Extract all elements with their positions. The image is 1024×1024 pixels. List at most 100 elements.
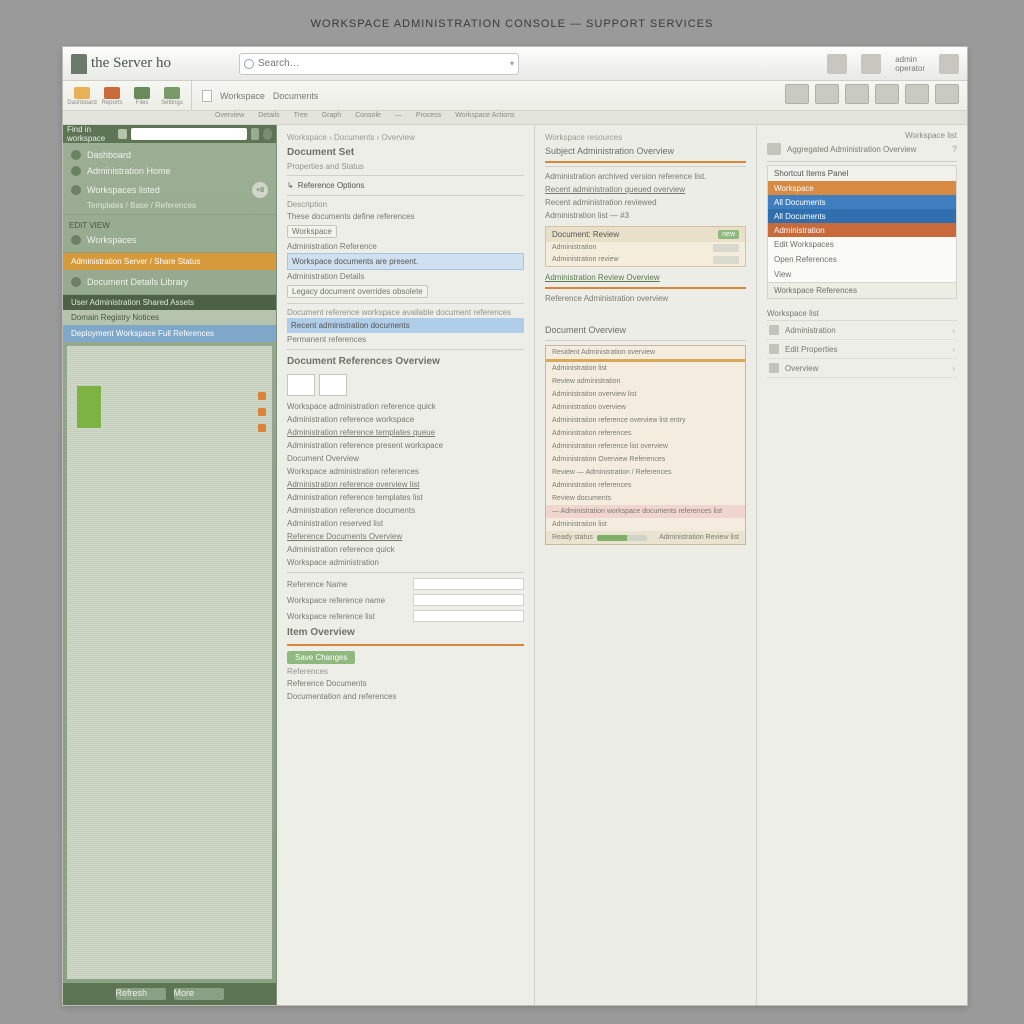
toolbar-icon-group: Dashboard Reports Files Settings [63, 81, 192, 110]
view-thumb-4[interactable] [875, 84, 899, 104]
status-box-header: Document: Review new [546, 227, 745, 242]
field-input[interactable] [413, 594, 524, 606]
note-1: Documentation and references [287, 690, 524, 703]
arrow-icon: ↳ [287, 181, 294, 190]
thumb-a[interactable] [287, 374, 315, 396]
list-item: Document Overview [287, 452, 524, 465]
panel2-row: Administration reference list overview [546, 440, 745, 453]
list-item: Workspace administration reference quick [287, 400, 524, 413]
sidebar-tree-2[interactable]: Domain Registry Notices [63, 310, 276, 325]
status-tag: new [718, 230, 739, 239]
gear-icon[interactable] [939, 54, 959, 74]
view-thumb-6[interactable] [935, 84, 959, 104]
global-search[interactable]: ▾ [239, 53, 519, 75]
sidebar-refresh-button[interactable]: Refresh [116, 988, 166, 1000]
sidebar-tree-0[interactable]: Document Details Library [69, 274, 270, 290]
status-row-0[interactable]: Administration [546, 242, 745, 254]
card-row-0[interactable]: Edit Workspaces [768, 237, 956, 252]
view-thumb-1[interactable] [785, 84, 809, 104]
list-item[interactable]: Reference Documents Overview [287, 530, 524, 543]
subtab-6[interactable]: Process [412, 111, 445, 124]
info-line: These documents define references [287, 210, 524, 223]
subtab-2[interactable]: Tree [290, 111, 312, 124]
tb-settings[interactable]: Settings [159, 83, 185, 109]
notifications-icon[interactable] [861, 54, 881, 74]
cart-icon[interactable] [827, 54, 847, 74]
panel2-alert-row[interactable]: — Administration workspace documents ref… [546, 505, 745, 518]
view-thumb-5[interactable] [905, 84, 929, 104]
app-logo[interactable]: the Server ho [71, 54, 171, 74]
accent-divider [287, 644, 524, 646]
chip-row-1[interactable]: Workspace documents are present. [287, 253, 524, 270]
stripe-0[interactable]: Workspace [768, 181, 956, 195]
sidebar-item-workspaces[interactable]: Workspaces listed ×8 [69, 179, 270, 201]
tb-files[interactable]: Files [129, 83, 155, 109]
user-menu[interactable]: admin operator [895, 55, 925, 73]
field-input[interactable] [413, 578, 524, 590]
list-item: Administration reserved list [287, 517, 524, 530]
field-label: Reference Name [287, 580, 407, 589]
crumb-1[interactable]: Documents [273, 91, 319, 101]
tb-dashboard[interactable]: Dashboard [69, 83, 95, 109]
sidebar-minimap[interactable] [67, 346, 272, 979]
sidebar-sub-0[interactable]: Templates / Base / References [69, 201, 270, 210]
crumb-0[interactable]: Workspace [220, 91, 265, 101]
stripe-3[interactable]: Administration [768, 223, 956, 237]
save-link[interactable]: Save Changes [287, 649, 524, 666]
sidebar-tree-3-selected[interactable]: Deployment Workspace Full References [63, 325, 276, 342]
subtab-1[interactable]: Details [254, 111, 283, 124]
subtab-4[interactable]: Console [351, 111, 385, 124]
sidebar-group-header: EDIT VIEW [69, 219, 270, 232]
card-row-1[interactable]: Open References [768, 252, 956, 267]
header-bar: the Server ho ▾ admin operator [63, 47, 967, 81]
subtab-bar: Overview Details Tree Graph Console — Pr… [63, 111, 967, 125]
subtab-7[interactable]: Workspace Actions [451, 111, 518, 124]
tb-reports[interactable]: Reports [99, 83, 125, 109]
aside-item-2[interactable]: Overview› [767, 359, 957, 378]
sidebar-item-dashboard[interactable]: Dashboard [69, 147, 270, 163]
stripe-2[interactable]: All Documents [768, 209, 956, 223]
status-row-1[interactable]: Administration review [546, 254, 745, 266]
hl-row-1: Permanent references [287, 333, 524, 346]
thumb-b[interactable] [319, 374, 347, 396]
list-item[interactable]: Administration reference templates queue [287, 426, 524, 439]
list-item: Workspace administration references [287, 465, 524, 478]
field-input[interactable] [413, 610, 524, 622]
sidebar-highlight-item[interactable]: Administration Server / Share Status [63, 253, 276, 270]
hl-row-0[interactable]: Recent administration documents [287, 318, 524, 333]
divider [287, 349, 524, 350]
subtab-3[interactable]: Graph [318, 111, 345, 124]
divider [545, 166, 746, 167]
help-icon[interactable]: ? [952, 144, 957, 154]
stripe-1[interactable]: All Documents [768, 195, 956, 209]
notes-h: References [287, 666, 524, 677]
aside-item-1[interactable]: Edit Properties› [767, 340, 957, 359]
search-input[interactable] [254, 58, 510, 69]
toolbar: Dashboard Reports Files Settings Workspa… [63, 81, 967, 111]
view-thumb-2[interactable] [815, 84, 839, 104]
card-row-2[interactable]: View [768, 267, 956, 282]
chevron-down-icon[interactable]: ▾ [510, 59, 514, 68]
list-item: Administration reference templates list [287, 491, 524, 504]
save-button[interactable]: Save Changes [287, 651, 355, 664]
refresh-icon[interactable] [263, 128, 272, 140]
square-icon [769, 344, 779, 354]
aside-item-0[interactable]: Administration› [767, 321, 957, 340]
sidebar-search: Find in workspace [63, 125, 276, 143]
sidebar-more-button[interactable]: More [174, 988, 224, 1000]
logo-icon [71, 54, 87, 74]
sidebar-search-go[interactable] [251, 128, 260, 140]
sidebar-group-item-0[interactable]: Workspaces [69, 232, 270, 248]
column-main: Workspace › Documents › Overview Documen… [277, 125, 535, 1005]
chip-2[interactable]: Legacy document overrides obsolete [287, 285, 428, 298]
sidebar-search-input[interactable] [131, 128, 247, 140]
subtab-0[interactable]: Overview [211, 111, 248, 124]
colb-link-1[interactable]: Administration Review Overview [545, 271, 746, 284]
chip-0[interactable]: Workspace [287, 225, 337, 238]
colc-list-title: Workspace list [767, 307, 957, 320]
view-thumb-3[interactable] [845, 84, 869, 104]
sidebar-tree-1[interactable]: User Administration Shared Assets [63, 295, 276, 310]
box1-row-0[interactable]: Recent administration queued overview [545, 183, 746, 196]
list-item[interactable]: Administration reference overview list [287, 478, 524, 491]
sidebar-item-admin-home[interactable]: Administration Home [69, 163, 270, 179]
